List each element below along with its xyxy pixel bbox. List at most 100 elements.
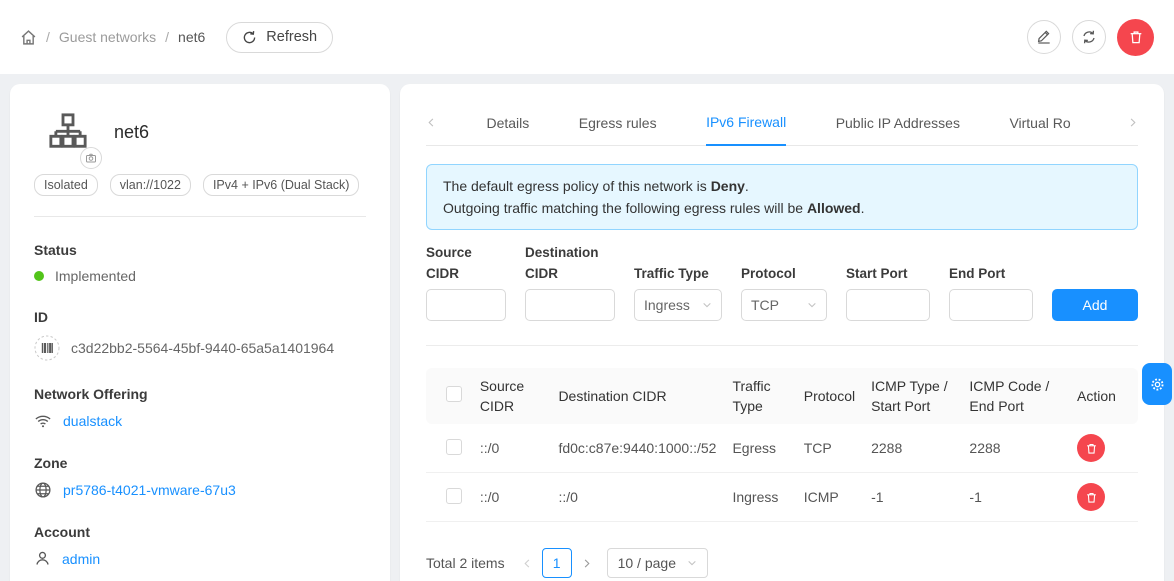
trash-icon [1085, 491, 1098, 504]
tab-virtual-routers[interactable]: Virtual Ro [1009, 115, 1077, 145]
traffic-type-label: Traffic Type [634, 242, 722, 284]
cell-source-cidr: ::/0 [472, 424, 551, 473]
tabs-prev-icon[interactable] [426, 117, 437, 145]
account-section: Account admin [34, 524, 366, 567]
zone-section: Zone pr5786-t4021-vmware-67u3 [34, 455, 366, 499]
id-value: c3d22bb2-5564-45bf-9440-65a5a1401964 [71, 340, 334, 356]
account-label: Account [34, 524, 366, 540]
delete-button[interactable] [1117, 19, 1154, 56]
resource-title: net6 [114, 122, 149, 143]
end-port-label: End Port [949, 242, 1033, 284]
cell-icmp-code: -1 [961, 473, 1069, 522]
zone-link[interactable]: pr5786-t4021-vmware-67u3 [63, 482, 236, 498]
select-all-checkbox[interactable] [446, 386, 462, 402]
status-value: Implemented [55, 268, 136, 284]
cell-traffic-type: Ingress [724, 473, 795, 522]
network-offering-label: Network Offering [34, 386, 366, 402]
edit-button[interactable] [1027, 20, 1061, 54]
cell-icmp-type: 2288 [863, 424, 961, 473]
id-section: ID c3d22bb2-5564-45bf-9440-65a5a1401964 [34, 309, 366, 361]
network-offering-section: Network Offering dualstack [34, 386, 366, 430]
breadcrumb-current: net6 [178, 29, 205, 45]
refresh-label: Refresh [266, 29, 317, 45]
destination-cidr-input[interactable] [525, 289, 615, 321]
chevron-down-icon [702, 300, 712, 310]
barcode-icon [34, 335, 60, 361]
cell-destination-cidr: ::/0 [550, 473, 724, 522]
source-cidr-label: Source CIDR [426, 242, 506, 284]
id-label: ID [34, 309, 366, 325]
status-section: Status Implemented [34, 242, 366, 284]
gear-icon [1149, 376, 1166, 393]
status-dot [34, 271, 44, 281]
resource-tags: Isolated vlan://1022 IPv4 + IPv6 (Dual S… [34, 174, 366, 196]
tab-public-ip-addresses[interactable]: Public IP Addresses [836, 115, 960, 145]
resource-panel: net6 Isolated vlan://1022 IPv4 + IPv6 (D… [10, 84, 390, 581]
row-checkbox[interactable] [446, 488, 462, 504]
cell-source-cidr: ::/0 [472, 473, 551, 522]
protocol-select[interactable]: TCP [741, 289, 827, 321]
pagination-next-icon[interactable] [581, 558, 592, 569]
col-source-cidr: Source CIDR [472, 368, 551, 424]
chevron-down-icon [687, 558, 697, 568]
add-rule-form: Source CIDR Destination CIDR Traffic Typ… [426, 242, 1138, 321]
breadcrumb-guest-networks[interactable]: Guest networks [59, 29, 156, 45]
destination-cidr-label: Destination CIDR [525, 242, 615, 284]
table-settings-button[interactable] [1142, 363, 1172, 405]
delete-rule-button[interactable] [1077, 434, 1105, 462]
col-icmp-code-end-port: ICMP Code / End Port [961, 368, 1069, 424]
trash-icon [1085, 442, 1098, 455]
trash-icon [1128, 29, 1144, 45]
pagination-page-1[interactable]: 1 [542, 548, 572, 578]
chevron-down-icon [807, 300, 817, 310]
home-icon[interactable] [20, 29, 37, 46]
start-port-label: Start Port [846, 242, 930, 284]
row-checkbox[interactable] [446, 439, 462, 455]
col-icmp-type-start-port: ICMP Type / Start Port [863, 368, 961, 424]
breadcrumb-separator: / [46, 29, 50, 45]
cell-icmp-code: 2288 [961, 424, 1069, 473]
globe-icon [34, 481, 52, 499]
firewall-rules-table: Source CIDR Destination CIDR Traffic Typ… [426, 368, 1138, 522]
camera-icon[interactable] [80, 147, 102, 169]
cell-protocol: ICMP [796, 473, 863, 522]
source-cidr-input[interactable] [426, 289, 506, 321]
alert-line-2: Outgoing traffic matching the following … [443, 197, 1121, 219]
divider [426, 345, 1138, 346]
user-icon [34, 550, 51, 567]
details-panel: Details Egress rules IPv6 Firewall Publi… [400, 84, 1164, 581]
end-port-input[interactable] [949, 289, 1033, 321]
refresh-button[interactable]: Refresh [226, 22, 333, 53]
refresh-icon [242, 30, 257, 45]
tab-details[interactable]: Details [486, 115, 529, 145]
zone-label: Zone [34, 455, 366, 471]
tab-ipv6-firewall[interactable]: IPv6 Firewall [706, 114, 786, 146]
edit-icon [1036, 29, 1052, 45]
col-protocol: Protocol [796, 368, 863, 424]
restart-button[interactable] [1072, 20, 1106, 54]
status-label: Status [34, 242, 366, 258]
tabs-next-icon[interactable] [1127, 117, 1138, 145]
pagination: Total 2 items 1 10 / page [426, 548, 1138, 578]
tag-vlan: vlan://1022 [110, 174, 191, 196]
traffic-type-select[interactable]: Ingress [634, 289, 722, 321]
tab-egress-rules[interactable]: Egress rules [579, 115, 657, 145]
pagination-total: Total 2 items [426, 555, 505, 571]
add-button[interactable]: Add [1052, 289, 1138, 321]
table-row: ::/0 fd0c:c87e:9440:1000::/52 Egress TCP… [426, 424, 1138, 473]
network-apartment-icon [48, 112, 88, 152]
pagination-prev-icon[interactable] [522, 558, 533, 569]
delete-rule-button[interactable] [1077, 483, 1105, 511]
protocol-label: Protocol [741, 242, 827, 284]
tab-bar: Details Egress rules IPv6 Firewall Publi… [426, 84, 1138, 146]
tag-isolated: Isolated [34, 174, 98, 196]
wifi-icon [34, 412, 52, 430]
network-offering-link[interactable]: dualstack [63, 413, 122, 429]
start-port-input[interactable] [846, 289, 930, 321]
page-size-select[interactable]: 10 / page [607, 548, 708, 578]
account-link[interactable]: admin [62, 551, 100, 567]
alert-line-1: The default egress policy of this networ… [443, 175, 1121, 197]
resource-header: net6 [34, 112, 366, 152]
egress-policy-alert: The default egress policy of this networ… [426, 164, 1138, 230]
page: / Guest networks / net6 Refresh [0, 0, 1174, 581]
